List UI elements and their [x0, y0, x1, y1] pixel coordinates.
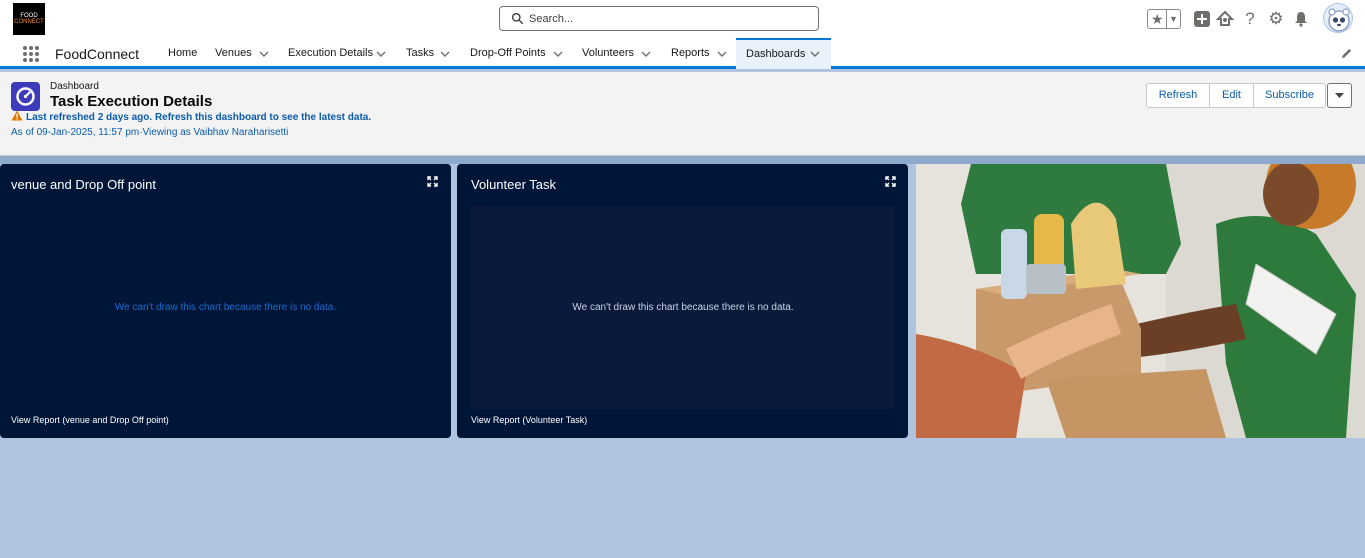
nav-item-execution-details[interactable]: Execution Details: [280, 38, 390, 69]
avatar[interactable]: [1323, 3, 1353, 33]
edit-button[interactable]: Edit: [1209, 83, 1254, 108]
refresh-warning-text: Last refreshed 2 days ago. Refresh this …: [26, 112, 372, 123]
chevron-down-icon[interactable]: [717, 49, 727, 59]
edit-nav-icon[interactable]: [1340, 47, 1353, 60]
nav-item-label: Volunteers: [582, 47, 634, 59]
view-report-link[interactable]: View Report (Volunteer Task): [471, 415, 587, 425]
logo-text-line2: CONNECT: [14, 19, 44, 25]
more-actions-button[interactable]: [1327, 83, 1352, 108]
app-name: FoodConnect: [55, 46, 140, 62]
nav-item-label: Home: [168, 47, 198, 59]
star-icon[interactable]: ★: [1151, 11, 1164, 27]
chevron-down-icon: [1335, 93, 1344, 98]
nav-item-label: Venues: [215, 47, 252, 59]
dashboard-header: Dashboard Task Execution Details Last re…: [0, 72, 1365, 156]
nav-item-label: Tasks: [406, 47, 435, 59]
food-donation-image: [916, 164, 1365, 438]
trailhead-icon[interactable]: [1215, 9, 1235, 29]
nav-item-label: Execution Details: [288, 47, 373, 59]
chevron-down-icon[interactable]: ▼: [1169, 12, 1178, 26]
gear-icon[interactable]: ⚙: [1266, 9, 1286, 29]
no-data-message: We can't draw this chart because there i…: [572, 302, 794, 313]
expand-icon[interactable]: [427, 176, 438, 187]
object-label: Dashboard: [50, 81, 99, 92]
refresh-warning: Last refreshed 2 days ago. Refresh this …: [11, 110, 371, 123]
chevron-down-icon[interactable]: [259, 49, 269, 59]
search-input[interactable]: [529, 10, 809, 27]
dashboard-icon: [11, 82, 40, 111]
nav-item-dashboards[interactable]: Dashboards: [736, 38, 831, 69]
chevron-down-icon[interactable]: [810, 49, 820, 59]
add-icon[interactable]: [1192, 9, 1212, 29]
nav-item-reports[interactable]: Reports: [663, 38, 733, 69]
app-launcher-icon[interactable]: [23, 46, 39, 62]
warning-icon: [11, 110, 23, 121]
dashboard-widget: venue and Drop Off point We can't draw t…: [0, 164, 451, 438]
bell-icon[interactable]: [1291, 9, 1311, 29]
no-data-message: We can't draw this chart because there i…: [114, 302, 337, 313]
nav-item-drop-off-points[interactable]: Drop-Off Points: [462, 38, 567, 69]
global-search[interactable]: [499, 6, 819, 31]
dashboard-widget: Volunteer Task We can't draw this chart …: [457, 164, 908, 438]
nav-item-home[interactable]: Home: [160, 38, 204, 69]
nav-item-label: Reports: [671, 47, 710, 59]
nav-item-label: Drop-Off Points: [470, 47, 546, 59]
nav-item-venues[interactable]: Venues: [207, 38, 273, 69]
chevron-down-icon[interactable]: [376, 49, 386, 59]
expand-icon[interactable]: [885, 176, 896, 187]
nav-item-label: Dashboards: [746, 48, 806, 60]
widget-title: venue and Drop Off point: [11, 177, 157, 192]
app-logo[interactable]: FOOD CONNECT: [13, 3, 45, 35]
widget-title: Volunteer Task: [471, 177, 557, 192]
as-of-text: As of 09-Jan-2025, 11:57 pm·Viewing as V…: [11, 127, 289, 138]
chevron-down-icon[interactable]: [440, 49, 450, 59]
canvas-band: [0, 156, 1365, 164]
chevron-down-icon[interactable]: [641, 49, 651, 59]
chevron-down-icon[interactable]: [553, 49, 563, 59]
favorites-button-group[interactable]: ★ ▼: [1147, 9, 1181, 29]
favorites-divider: [1166, 10, 1167, 28]
refresh-button[interactable]: Refresh: [1146, 83, 1210, 108]
subscribe-button[interactable]: Subscribe: [1253, 83, 1326, 108]
view-report-link[interactable]: View Report (venue and Drop Off point): [11, 415, 169, 425]
help-icon[interactable]: ?: [1240, 9, 1260, 29]
nav-item-tasks[interactable]: Tasks: [398, 38, 453, 69]
global-header: FOOD CONNECT ★ ▼ ? ⚙: [0, 0, 1365, 38]
search-icon: [511, 12, 524, 25]
page-title: Task Execution Details: [50, 93, 213, 110]
nav-item-volunteers[interactable]: Volunteers: [574, 38, 656, 69]
app-navigation: FoodConnect Home Venues Execution Detail…: [0, 38, 1365, 69]
chart-area: We can't draw this chart because there i…: [471, 206, 895, 409]
